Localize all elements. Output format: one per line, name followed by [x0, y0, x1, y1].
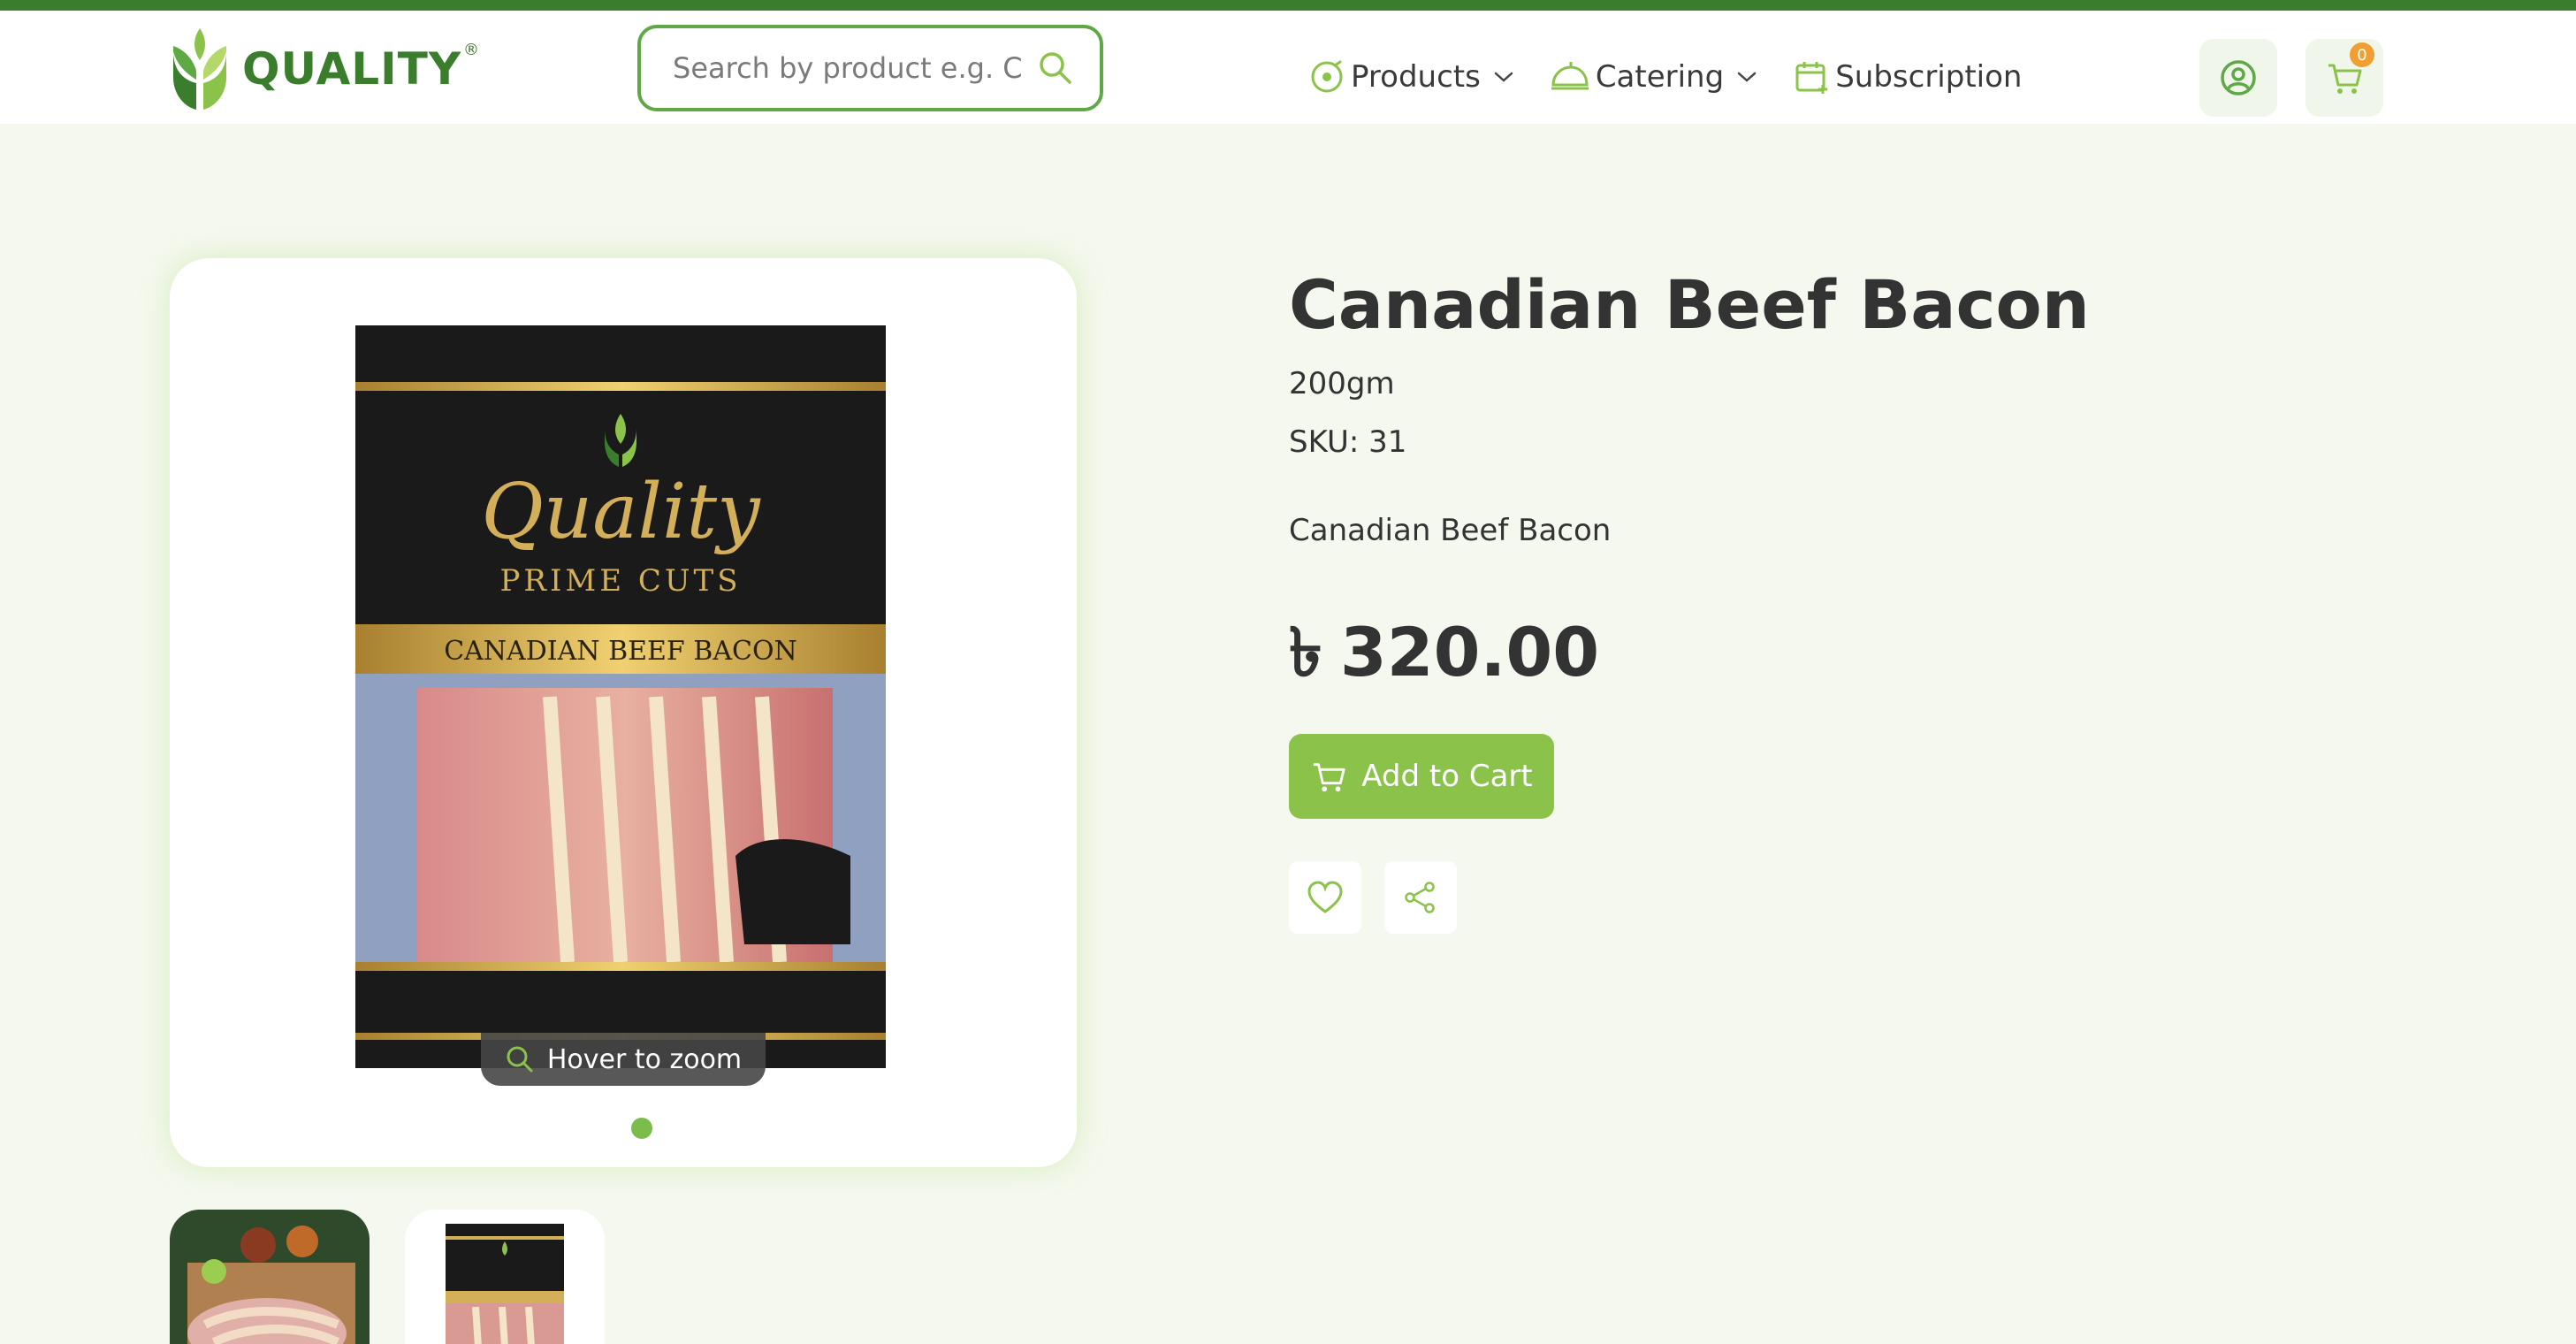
nav-products-label: Products	[1351, 59, 1481, 95]
search-box	[637, 25, 1103, 111]
account-button[interactable]	[2199, 39, 2277, 117]
add-to-cart-button[interactable]: Add to Cart	[1289, 734, 1554, 819]
nav-products[interactable]: Products	[1308, 58, 1514, 95]
search-icon[interactable]	[1038, 50, 1073, 86]
product-weight: 200gm	[1289, 366, 1395, 401]
site-header: QUALITY ® Products Ca	[0, 11, 2576, 124]
cart-button[interactable]: 0	[2305, 39, 2383, 117]
product-price: ৳ 320.00	[1289, 601, 1599, 714]
currency-symbol: ৳	[1289, 613, 1322, 691]
product-gallery[interactable]: Quality PRIME CUTS CANADIAN BEEF BACON H…	[170, 258, 1077, 1167]
logo[interactable]: QUALITY ®	[166, 25, 479, 113]
nav-subscription[interactable]: Subscription	[1793, 58, 2022, 95]
registered-mark: ®	[463, 40, 480, 59]
leaf-logo-icon	[173, 28, 226, 110]
cart-icon	[1314, 763, 1345, 792]
thumbnail-1[interactable]	[170, 1210, 370, 1344]
package-brand-script: Quality	[481, 468, 761, 556]
chevron-down-icon	[1494, 72, 1513, 82]
wishlist-button[interactable]	[1289, 861, 1361, 934]
nav-subscription-label: Subscription	[1835, 59, 2023, 95]
top-accent-bar	[0, 0, 2576, 11]
thumbnail-2-image	[405, 1210, 605, 1344]
thumbnail-1-image	[170, 1210, 370, 1344]
share-icon	[1405, 882, 1435, 913]
heart-icon	[1307, 881, 1343, 913]
product-image[interactable]: Quality PRIME CUTS CANADIAN BEEF BACON	[355, 325, 886, 1068]
chevron-down-icon	[1737, 72, 1757, 82]
price-value: 320.00	[1339, 613, 1600, 691]
add-to-cart-label: Add to Cart	[1361, 759, 1533, 794]
package-product-name: CANADIAN BEEF BACON	[444, 636, 797, 667]
search-input[interactable]	[673, 42, 1038, 95]
zoom-icon	[507, 1046, 533, 1073]
nav-catering[interactable]: Catering	[1550, 58, 1757, 95]
products-icon	[1311, 60, 1343, 93]
package-line: PRIME CUTS	[500, 563, 742, 599]
catering-icon	[1551, 62, 1589, 90]
zoom-hint-text: Hover to zoom	[546, 1043, 743, 1075]
carousel-dot-active[interactable]	[631, 1118, 652, 1139]
subscription-icon	[1795, 62, 1828, 94]
product-description: Canadian Beef Bacon	[1289, 513, 1612, 548]
main-nav: Products Catering Subscription	[1308, 46, 2057, 108]
user-icon	[2221, 60, 2256, 95]
thumbnail-2[interactable]	[405, 1210, 605, 1344]
product-sku: SKU: 31	[1289, 424, 1407, 460]
nav-catering-label: Catering	[1595, 59, 1725, 95]
logo-text: QUALITY	[242, 43, 462, 95]
share-button[interactable]	[1384, 861, 1457, 934]
cart-count-badge: 0	[2350, 42, 2374, 67]
product-title: Canadian Beef Bacon	[1289, 265, 2090, 344]
zoom-hint: Hover to zoom	[481, 1033, 766, 1086]
